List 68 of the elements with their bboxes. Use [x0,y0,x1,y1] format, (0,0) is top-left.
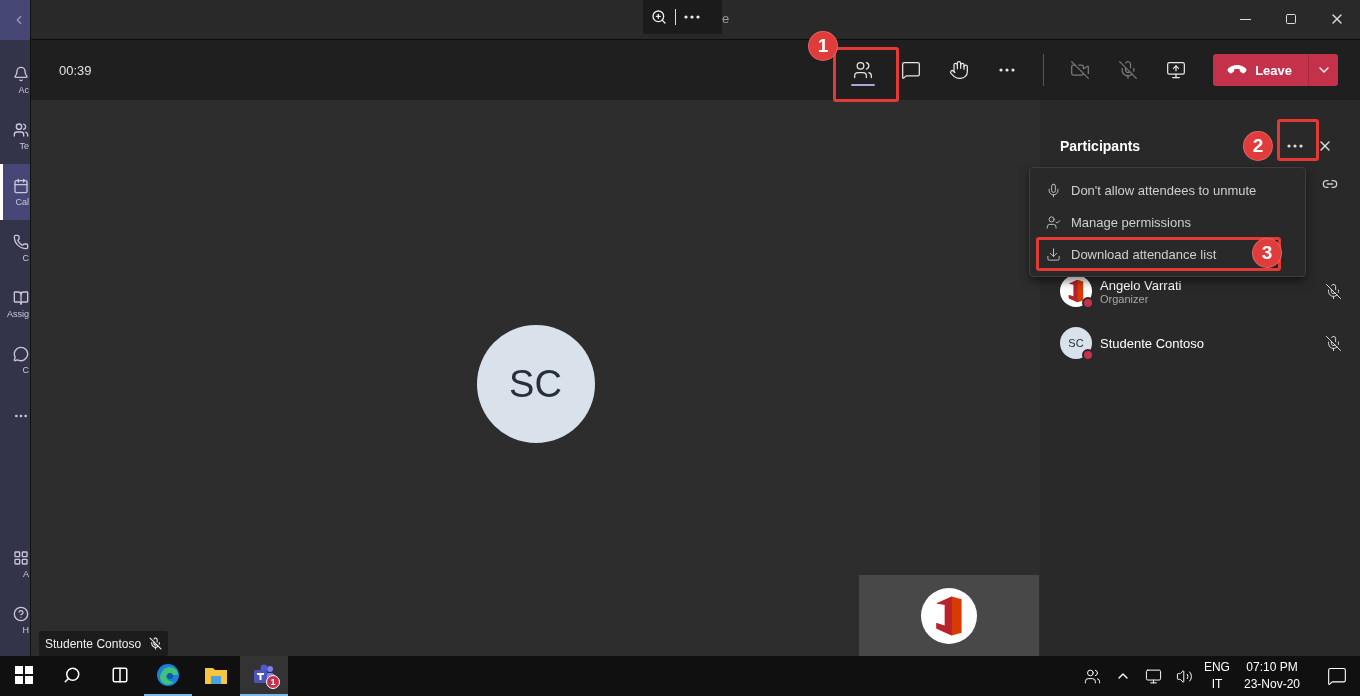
name-tag-text: Studente Contoso [45,636,142,651]
mic-off-icon [1118,60,1139,80]
status-dot [1082,297,1094,309]
notifications-icon [1327,666,1347,686]
mic-icon [1046,182,1061,198]
teams-taskbar-button[interactable]: 1 [240,656,288,696]
mic-off-icon [149,637,163,650]
notification-badge: 1 [266,675,280,689]
calendar-icon [13,177,29,194]
apps-icon [13,549,29,566]
camera-off-icon [1070,60,1091,80]
step-number: 2 [1243,131,1273,161]
sidebar-item[interactable]: Te [0,108,30,164]
share-icon [1166,60,1187,80]
maximize-icon [1285,13,1297,25]
folder-icon [204,665,228,685]
sidebar-item[interactable]: C [0,332,30,388]
logo-avatar [1060,275,1092,307]
sidebar-item[interactable]: Assig [0,276,30,332]
step-number: 3 [1252,238,1282,268]
participant-row[interactable]: SC Studente Contoso [1060,327,1342,359]
sidebar-item[interactable]: H [0,592,30,648]
call-timer: 00:39 [59,62,92,78]
sidebar-item[interactable]: C [0,220,30,276]
help-icon [13,605,29,622]
search-icon [63,666,81,684]
highlight-frame [1277,119,1319,161]
logo-avatar [921,587,977,644]
chat-icon [13,345,29,362]
menu-item[interactable]: Download attendance list 3 [1030,238,1305,270]
minimize-icon [1239,18,1251,20]
mic-off-icon[interactable] [1325,334,1342,352]
assignments-icon [13,289,29,306]
more-icon [1287,144,1303,148]
task-view-icon [111,666,129,684]
participant-row[interactable]: Angelo Varrati Organizer [1060,275,1342,307]
language-indicator[interactable]: ENG IT [1203,659,1230,693]
menu-item[interactable]: Manage permissions [1030,206,1305,238]
sidebar-item[interactable]: A [0,536,30,592]
activity-icon [13,65,29,82]
menu-item[interactable]: Don't allow attendees to unmute [1030,174,1305,206]
sidebar-item[interactable]: Ac [0,52,30,108]
teams-icon [13,121,29,138]
participant-name: Studente Contoso [1100,335,1206,351]
hand-icon [949,60,970,80]
clock[interactable]: 07:10 PM 23-Nov-20 [1237,659,1306,693]
zoom-in-icon[interactable] [651,9,667,25]
people-icon[interactable] [1083,667,1101,685]
initials-avatar: SC [1060,327,1092,359]
more-icon [999,68,1016,72]
participant-role: Organizer [1100,292,1150,305]
network-icon[interactable] [1144,667,1162,685]
browser-icon [156,663,180,687]
status-dot [1082,349,1094,361]
download-icon [1046,246,1061,262]
chat-icon [901,60,922,80]
participant-name: Angelo Varrati [1100,277,1183,293]
participant-avatar: SC [476,325,595,443]
calls-icon [13,233,29,250]
more-icon[interactable] [684,15,700,19]
volume-icon[interactable] [1175,667,1193,685]
windows-icon [15,666,33,684]
permissions-icon [1046,214,1061,230]
sidebar-item[interactable]: Cal [0,164,30,220]
panel-title: Participants [1060,138,1141,154]
mic-off-icon[interactable] [1325,282,1342,300]
window-title: e [722,10,730,28]
participants-icon [853,60,874,80]
